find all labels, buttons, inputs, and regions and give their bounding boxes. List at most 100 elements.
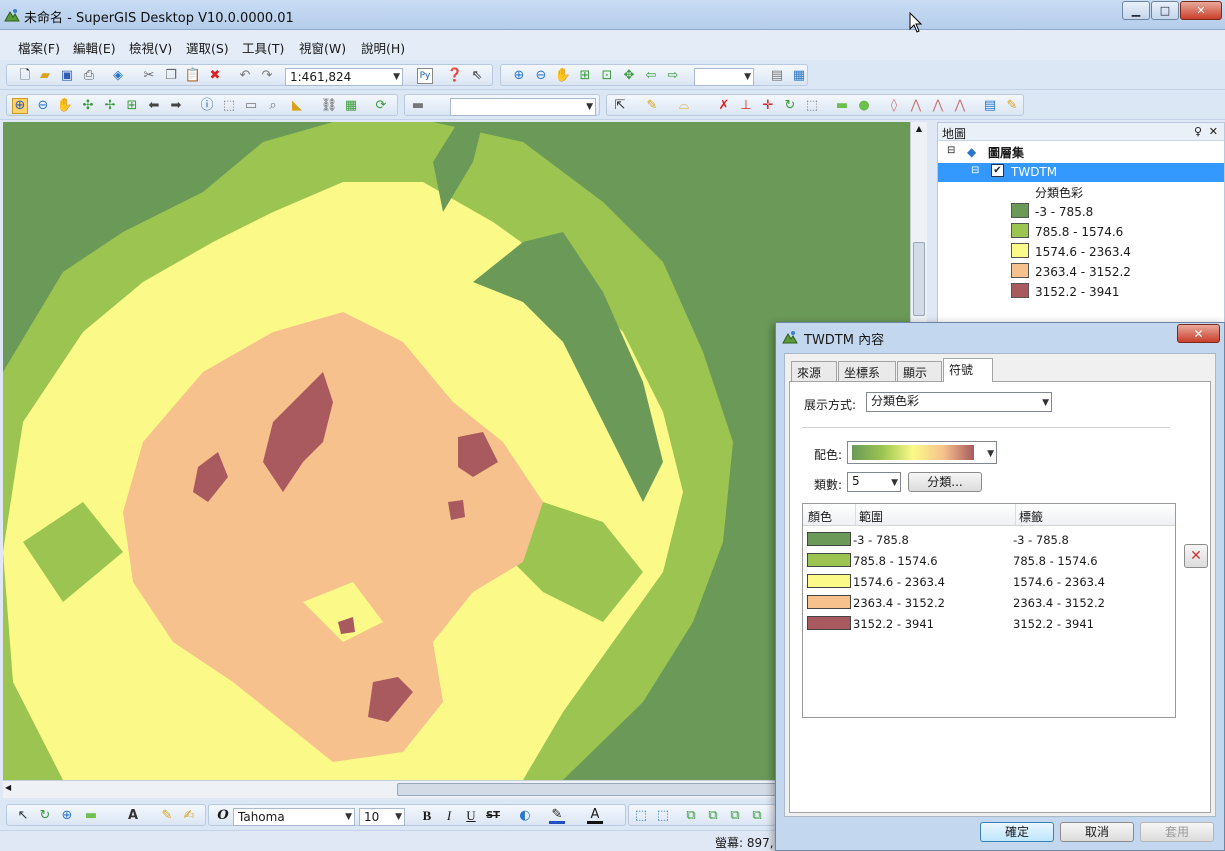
refresh-icon[interactable]: ⟳ (373, 98, 389, 114)
attributes-icon[interactable]: ▤ (982, 98, 998, 114)
menu-tools[interactable]: 工具(T) (242, 38, 284, 57)
select-features-icon[interactable]: ⬚ (221, 98, 237, 114)
menu-help[interactable]: 說明(H) (361, 38, 405, 57)
perpendicular-icon[interactable]: ⊥ (738, 98, 754, 114)
identify-icon[interactable]: ⓘ (199, 98, 215, 114)
measure-icon[interactable]: ◣ (289, 98, 305, 114)
font-color-icon[interactable]: A (587, 807, 603, 824)
remove-class-button[interactable]: ✕ (1184, 544, 1208, 568)
dialog-close-button[interactable]: ✕ (1177, 324, 1220, 343)
maximize-button[interactable]: □ (1151, 1, 1179, 20)
line-color-icon[interactable]: ✎ (549, 807, 565, 824)
next-extent-icon[interactable]: ➡ (168, 98, 184, 114)
class-row[interactable]: 3152.2 - 3941 3152.2 - 3941 (803, 613, 1175, 634)
sketch-icon[interactable]: ✎ (644, 98, 660, 114)
class-count-select[interactable]: 5 ▼ (847, 472, 901, 492)
align-icon[interactable]: ⧉ (727, 808, 743, 824)
intersect-icon[interactable]: ⋀ (952, 98, 968, 114)
class-row[interactable]: 785.8 - 1574.6 785.8 - 1574.6 (803, 550, 1175, 571)
underline-button[interactable]: U (463, 808, 479, 824)
select-arrow-icon[interactable]: ↖ (15, 808, 31, 824)
menu-file[interactable]: 檔案(F) (18, 38, 60, 57)
rotate-element-icon[interactable]: ↻ (37, 808, 53, 824)
previous-extent-icon[interactable]: ⬅ (146, 98, 162, 114)
distribute-icon[interactable]: ⧉ (749, 808, 765, 824)
find-icon[interactable]: ⌕ (265, 98, 281, 114)
scroll-left-icon[interactable]: ◀ (5, 783, 11, 792)
class-color-swatch[interactable] (807, 553, 851, 567)
cut-icon[interactable]: ✂ (141, 68, 157, 84)
ungroup-icon[interactable]: ⬚ (655, 808, 671, 824)
pin-icon[interactable]: ♀ (1194, 125, 1202, 138)
class-row[interactable]: 2363.4 - 3152.2 2363.4 - 3152.2 (803, 592, 1175, 613)
column-range[interactable]: 範圍 (859, 508, 883, 525)
center-icon[interactable]: ✥ (621, 68, 637, 84)
split-icon[interactable]: ✗ (716, 98, 732, 114)
zoom-out-fixed-icon[interactable]: ✢ (102, 98, 118, 114)
collapse-root-icon[interactable]: ⊟ (947, 145, 955, 156)
class-row[interactable]: 1574.6 - 2363.4 1574.6 - 2363.4 (803, 571, 1175, 592)
vertex-icon[interactable]: ⌓ (676, 98, 692, 114)
full-extent-grid-icon[interactable]: ⊞ (124, 98, 140, 114)
tab-coordinate-system[interactable]: 坐標系統 (838, 361, 896, 397)
paste-icon[interactable]: 📋 (185, 68, 201, 84)
selected-layer-row[interactable] (938, 163, 1224, 182)
class-color-swatch[interactable] (807, 595, 851, 609)
tab-symbology[interactable]: 符號 (943, 358, 993, 382)
hyperlink-icon[interactable]: ⛓ (321, 98, 338, 114)
column-label[interactable]: 標籤 (1019, 508, 1043, 525)
close-button[interactable]: ✕ (1180, 1, 1222, 20)
union-icon[interactable]: ⋀ (930, 98, 946, 114)
send-back-icon[interactable]: ⧉ (705, 808, 721, 824)
class-row[interactable]: -3 - 785.8 -3 - 785.8 (803, 529, 1175, 550)
zoom-layer-icon[interactable]: ⊡ (599, 68, 615, 84)
class-color-swatch[interactable] (807, 532, 851, 546)
menu-select[interactable]: 選取(S) (186, 38, 229, 57)
open-icon[interactable]: ▰ (37, 68, 53, 84)
menu-window[interactable]: 視窗(W) (299, 38, 346, 57)
layout-icon[interactable]: ▤ (769, 68, 785, 84)
classify-button[interactable]: 分類... (908, 472, 982, 492)
menu-view[interactable]: 檢視(V) (129, 38, 172, 57)
rectangle-shape-icon[interactable]: ▬ (834, 98, 850, 114)
rectangle-draw-icon[interactable]: ▬ (83, 808, 99, 824)
color-ramp-select[interactable]: ▼ (847, 441, 997, 464)
cross-icon[interactable]: ✛ (760, 98, 776, 114)
group-icon[interactable]: ⬚ (633, 808, 649, 824)
mirror-icon[interactable]: ◊ (886, 98, 902, 114)
collapse-layer-icon[interactable]: ⊟ (971, 165, 979, 176)
menu-edit[interactable]: 編輯(E) (73, 38, 116, 57)
callout-icon[interactable]: ✎ (159, 808, 175, 824)
rotate-icon[interactable]: ↻ (782, 98, 798, 114)
redo-icon[interactable]: ↷ (259, 68, 275, 84)
italic-button[interactable]: I (441, 808, 457, 824)
layer-name[interactable]: TWDTM (1011, 165, 1057, 179)
fill-color-icon[interactable]: ◐ (517, 808, 533, 824)
zoom-in-icon[interactable]: ⊕ (12, 98, 28, 114)
editor-icon[interactable]: ▬ (410, 98, 426, 114)
pan-icon[interactable]: ✋ (555, 68, 571, 84)
apply-button[interactable]: 套用 (1140, 822, 1214, 842)
back-extent-icon[interactable]: ⇦ (643, 68, 659, 84)
font-combo[interactable]: Tahoma ▼ (233, 808, 355, 826)
tab-source[interactable]: 來源 (791, 361, 837, 381)
add-data-icon[interactable]: ◈ (110, 68, 126, 84)
undo-icon[interactable]: ↶ (237, 68, 253, 84)
strike-button[interactable]: ST (485, 808, 501, 824)
tab-display[interactable]: 顯示 (897, 361, 942, 381)
merge-icon[interactable]: ⋀ (908, 98, 924, 114)
edit-cursor-icon[interactable]: ⇱ (612, 98, 628, 114)
scale-combo[interactable]: 1:461,824 ▼ (285, 68, 403, 86)
class-color-swatch[interactable] (807, 574, 851, 588)
map-horizontal-scrollbar[interactable]: ◀ (3, 780, 910, 798)
new-icon[interactable]: 🗋 (17, 68, 33, 84)
picture-edit-icon[interactable]: ✍ (181, 808, 197, 824)
copy-icon[interactable]: ❐ (163, 68, 179, 84)
target-layer-combo[interactable]: ▼ (450, 98, 596, 116)
vertical-scroll-thumb[interactable] (913, 242, 925, 316)
pan-hand-icon[interactable]: ✋ (57, 98, 73, 114)
bold-button[interactable]: B (419, 808, 435, 824)
edit-pencil-icon[interactable]: ✎ (1004, 98, 1020, 114)
layer-combo[interactable]: ▼ (694, 68, 754, 86)
fixed-zoom-in-icon[interactable]: ⊕ (511, 68, 527, 84)
